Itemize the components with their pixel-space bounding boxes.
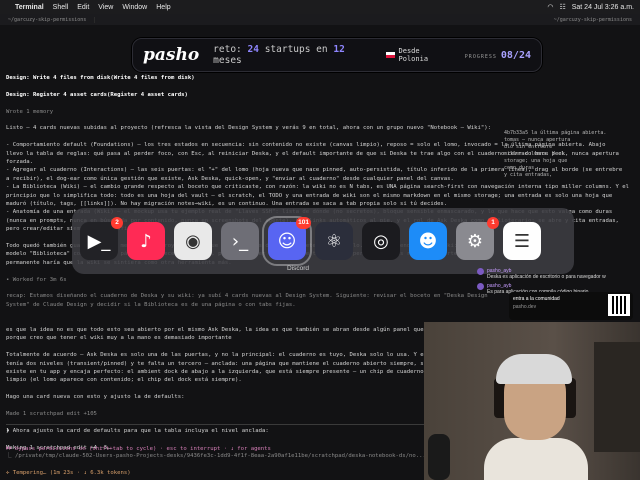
side-notes: 4b7b33a5 la última página abierta. tomas …: [504, 130, 640, 179]
terminal-tab-strip: ~/garcuzy-skip-permissions ~/garcuzy-ski…: [0, 14, 640, 25]
app-icon-tiktok[interactable]: ♪: [127, 222, 165, 260]
app-switcher-selected-label: Discord: [287, 265, 310, 272]
app-switcher: ▶_ 2 ♪ ◉ ›_ ☺ 101 ⚛ ◎ ☻ ⚙ 1 ☰: [72, 208, 574, 274]
app-icon-system-settings[interactable]: ⚙ 1: [456, 217, 499, 260]
terminal-line: - La Biblioteca (Wiki) — el cambio grand…: [6, 184, 630, 191]
menu-item-window[interactable]: Window: [122, 4, 147, 11]
webcam-person-cap: [496, 354, 572, 384]
notification-badge: 101: [296, 217, 311, 229]
app-icon-chrome[interactable]: ◉: [174, 222, 212, 260]
chat-text: Deska es aplicación de escritorio o para…: [487, 274, 606, 280]
terminal-tab-right[interactable]: ~/garcuzy-skip-permissions: [546, 17, 640, 23]
app-icon-prompt[interactable]: ›_: [221, 222, 259, 260]
tiktok-icon: ♪: [140, 230, 152, 252]
app-icon-electron[interactable]: ⚛: [315, 222, 353, 260]
app-icon-finder[interactable]: ☻: [409, 222, 447, 260]
side-note-line: como duras: [504, 165, 535, 171]
terminal-line: Design: Write 4 files from disk(Write 4 …: [6, 75, 195, 81]
side-note-line: miller columns. Y el: [504, 151, 565, 157]
obs-icon: ◎: [373, 230, 389, 252]
menu-clock[interactable]: Sat 24 Jul 3:26 a.m.: [572, 4, 634, 11]
progress-value: 08/24: [500, 49, 531, 61]
menu-item-shell[interactable]: Shell: [53, 4, 69, 11]
chat-message: pasho_ayb Deska es aplicación de escritor…: [477, 268, 635, 280]
qr-code-icon: [608, 294, 630, 316]
webcam-feed: [424, 322, 640, 480]
app-icon-notes[interactable]: ☰: [503, 222, 541, 260]
app-icon-discord[interactable]: ☺ 101: [262, 216, 312, 266]
challenge-months: 12: [333, 44, 345, 55]
progress-label: PROGRESS: [464, 53, 497, 60]
prompt-icon: ›_: [231, 230, 249, 252]
system-settings-icon: ⚙: [466, 230, 484, 252]
avatar: [477, 268, 484, 275]
terminal-line: principio que lo simplifica todo: todo e…: [6, 192, 613, 199]
microphone-icon: [428, 434, 450, 480]
prompt-divider: [6, 424, 432, 425]
challenge-mid: startups en: [264, 44, 328, 55]
control-center-icon[interactable]: ☷: [559, 3, 565, 11]
menu-bar: Terminal Shell Edit View Window Help ◠ ☷…: [0, 0, 640, 14]
status-line: ⏵⏵ bypass permissions on (shift+tab to c…: [6, 446, 271, 452]
stream-banner: pasho reto: 24 startups en 12 meses Desd…: [132, 38, 542, 72]
side-note-line: tomas — nunca apertura: [504, 137, 571, 143]
webcam-person-body: [484, 438, 588, 480]
location: Desde Polonia: [385, 47, 451, 63]
chrome-icon: ◉: [185, 230, 201, 252]
poland-flag-icon: [385, 52, 395, 58]
menu-item-help[interactable]: Help: [156, 4, 170, 11]
notification-badge: 2: [111, 217, 123, 229]
menu-item-view[interactable]: View: [98, 4, 113, 11]
challenge-suffix: meses: [213, 55, 242, 66]
community-qr-card: entra a la comunidad pasho.dev: [509, 292, 633, 320]
terminal-icon: ▶_: [87, 230, 111, 252]
challenge-count: 24: [247, 44, 259, 55]
discord-icon: ☺: [277, 230, 297, 252]
terminal-tab-left[interactable]: ~/garcuzy-skip-permissions: [0, 16, 96, 23]
challenge-text: reto: 24 startups en 12 meses: [213, 44, 372, 66]
webcam-shelf: [594, 342, 640, 452]
terminal-line: Wrote 1 memory: [6, 108, 54, 115]
app-icon-obs[interactable]: ◎: [362, 222, 400, 260]
terminal-line: Design: Register 4 asset cards(Register …: [6, 91, 188, 98]
side-note-line: storage; una hoja que: [504, 158, 568, 164]
notes-icon: ☰: [513, 230, 531, 252]
wifi-icon[interactable]: ◠: [547, 3, 553, 11]
electron-icon: ⚛: [325, 230, 343, 252]
pasho-logo: pasho: [143, 45, 200, 65]
finder-icon: ☻: [418, 230, 438, 252]
menu-item-edit[interactable]: Edit: [77, 4, 89, 11]
side-note-line: y cita entradas,: [504, 172, 553, 178]
prompt-input[interactable]: ❯: [6, 427, 10, 434]
side-note-line: 4b7b33a5 la última página abierta.: [504, 130, 607, 136]
progress: PROGRESS 08/24: [465, 50, 531, 61]
location-text: Desde Polonia: [398, 47, 429, 63]
avatar: [477, 283, 484, 290]
menu-app-name[interactable]: Terminal: [15, 4, 44, 11]
notification-badge: 1: [487, 217, 499, 229]
side-note-line: ulo sin entrebre: [504, 144, 553, 150]
app-icon-terminal[interactable]: ▶_ 2: [80, 217, 123, 260]
challenge-prefix: reto:: [213, 44, 242, 55]
